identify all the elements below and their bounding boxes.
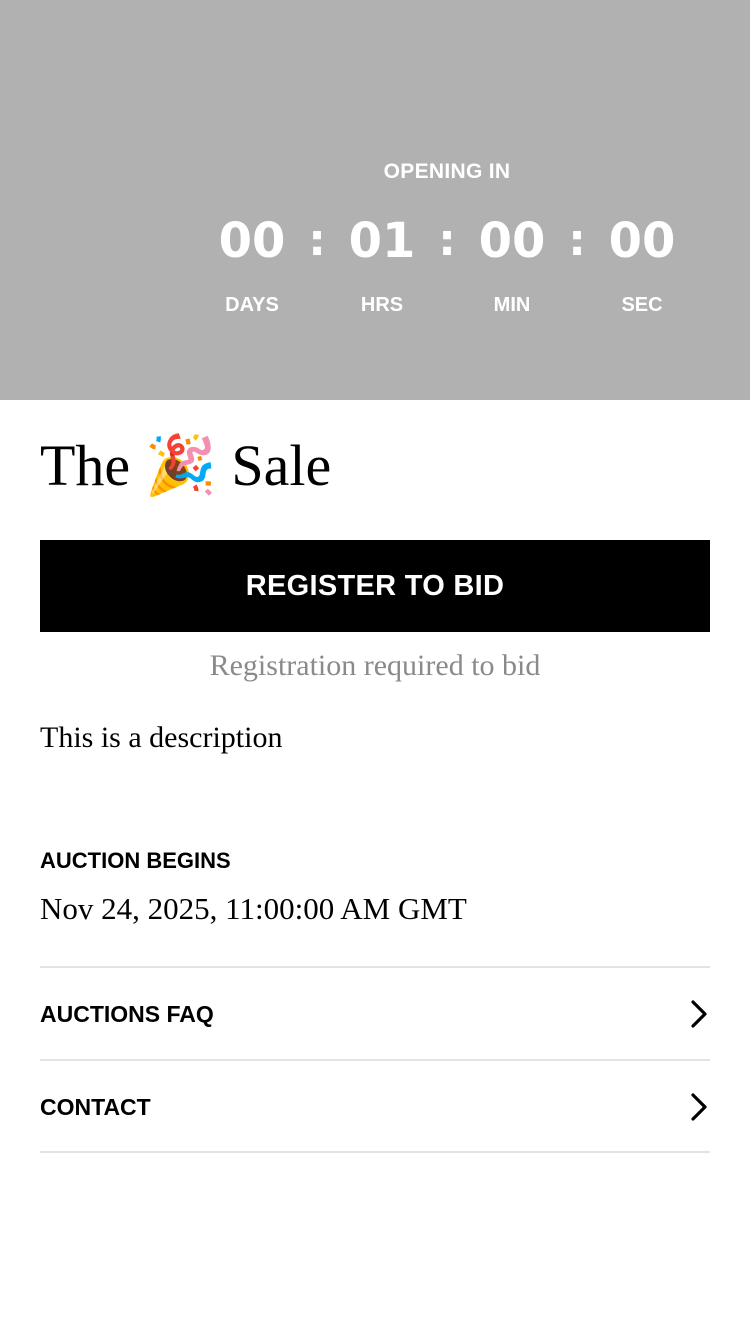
party-popper-icon: 🎉	[144, 433, 217, 498]
sale-title: The 🎉 Sale	[40, 428, 331, 504]
countdown-seconds-label: SEC	[621, 294, 663, 316]
auctions-faq-label: AUCTIONS FAQ	[40, 1001, 214, 1027]
register-to-bid-button[interactable]: REGISTER TO BID	[40, 540, 710, 632]
countdown-days-value: 00	[218, 213, 286, 269]
chevron-right-icon	[691, 1093, 707, 1121]
countdown-days-label: DAYS	[225, 294, 279, 316]
auction-begins-value: Nov 24, 2025, 11:00:00 AM GMT	[40, 891, 467, 926]
auctions-faq-link[interactable]: AUCTIONS FAQ	[40, 966, 710, 1058]
sale-description: This is a description	[40, 721, 283, 754]
contact-label: CONTACT	[40, 1094, 151, 1120]
countdown-minutes-value: 00	[478, 213, 546, 269]
registration-note: Registration required to bid	[209, 649, 541, 682]
contact-link[interactable]: CONTACT	[40, 1059, 710, 1153]
countdown-hours-value: 01	[348, 213, 416, 269]
countdown-hours-label: HRS	[360, 294, 404, 316]
sale-title-prefix: The	[40, 433, 131, 498]
chevron-right-icon	[691, 1000, 707, 1028]
countdown-banner: OPENING IN 00 : 01 : 00 : 00 DAYS HRS MI…	[0, 0, 750, 400]
countdown-heading: OPENING IN	[383, 160, 511, 183]
countdown-seconds-value: 00	[608, 213, 676, 269]
auction-begins-label: AUCTION BEGINS	[40, 848, 231, 873]
sale-title-suffix: Sale	[231, 433, 332, 498]
countdown-minutes-label: MIN	[493, 294, 531, 316]
